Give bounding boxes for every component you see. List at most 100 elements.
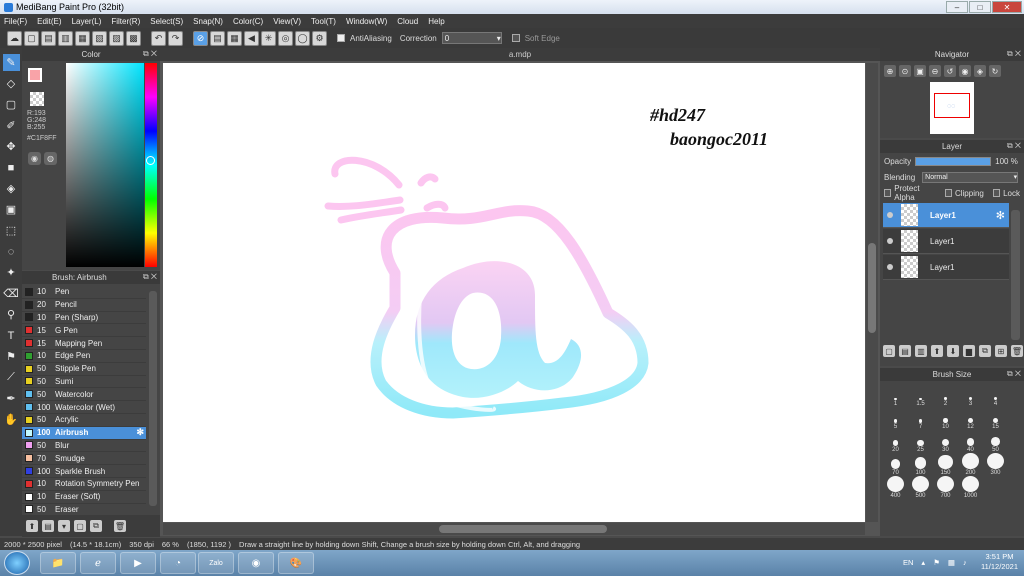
menu-color[interactable]: Color(C) [233,17,263,26]
saturation-value-picker[interactable] [66,63,144,267]
fit-icon[interactable]: ▣ [914,65,926,77]
brush-item[interactable]: 20 Pencil [22,299,146,312]
circle-snap-icon[interactable]: ◎ [278,30,293,46]
tray-arrow-icon[interactable]: ▴ [921,558,925,567]
chrome-icon[interactable]: ◉ [238,552,274,574]
add-brush-icon[interactable]: ⬆ [26,520,38,532]
rotate-right-icon[interactable]: ↻ [989,65,1001,77]
trash-icon[interactable]: 🗑 [1011,345,1023,357]
lock-checkbox[interactable] [992,189,1001,197]
text-tool-icon[interactable]: T [3,327,20,344]
canvas-vertical-scrollbar[interactable] [866,63,878,522]
maximize-button[interactable]: □ [969,1,991,13]
brush-size-option[interactable]: 15 [983,407,1008,430]
brush-size-option[interactable]: 2 [933,384,958,407]
visibility-icon[interactable] [887,212,893,218]
brush-size-option[interactable]: 40 [958,430,983,453]
soft-edge-checkbox[interactable] [511,34,520,42]
language-indicator[interactable]: EN [903,558,913,567]
duplicate-layer-icon[interactable]: ⧉ [979,345,991,357]
brush-item[interactable]: 50 Acrylic [22,414,146,427]
layer-item-selected[interactable]: Layer1 ✻ [883,203,1009,228]
brush-item[interactable]: 10 Eraser (Soft) [22,491,146,504]
brush-tool-icon[interactable]: ✎ [2,54,20,71]
brush-size-option[interactable]: 200 [958,453,983,476]
clipping-checkbox[interactable] [944,189,952,197]
brush-item[interactable]: 50 Watercolor [22,388,146,402]
redo-icon[interactable]: ↷ [168,30,183,46]
brush-size-option[interactable]: 1000 [958,476,983,499]
brush-size-option[interactable]: 500 [908,476,933,499]
flip-icon[interactable]: ◈ [974,65,986,77]
divide-tool-icon[interactable]: ⚲ [3,306,20,323]
brush-item[interactable]: 10 Pen [22,286,146,299]
media-player-icon[interactable]: ▶ [120,552,156,574]
new-8bit-layer-icon[interactable]: ▥ [915,345,927,357]
brush-item[interactable]: 15 G Pen [22,324,146,338]
shape-tool-icon[interactable]: ■ [3,159,20,176]
blending-select[interactable]: Normal ▾ [922,171,1019,183]
gradient-tool-icon[interactable]: ▣ [3,201,20,218]
menu-filter[interactable]: Filter(R) [111,17,140,26]
brush-size-option[interactable]: 700 [933,476,958,499]
medibang-icon[interactable]: 🎨 [278,552,314,574]
panel-close-icon[interactable]: ⧉ ✕ [1007,141,1021,151]
menu-edit[interactable]: Edit(E) [37,17,61,26]
export-icon[interactable]: ▦ [75,30,90,46]
brush-size-option[interactable]: 1.5 [908,384,933,407]
zoom-in-icon[interactable]: ⊕ [884,65,896,77]
brush-size-option[interactable]: 7 [908,407,933,430]
pen-tool-icon[interactable]: ✒ [3,390,20,407]
new-halftone-layer-icon[interactable]: ▤ [899,345,911,357]
merge-layer-icon[interactable]: ⊞ [995,345,1007,357]
drawing-canvas[interactable]: #hd247 baongoc2011 [163,63,865,522]
snap-settings-icon[interactable]: ⚙ [312,30,327,46]
brush-size-option[interactable]: 70 [883,453,908,476]
brush-size-option[interactable]: 30 [933,430,958,453]
menu-cloud[interactable]: Cloud [397,17,418,26]
vanishing-snap-icon[interactable]: ◀ [244,30,259,46]
horizontal-scroll-thumb[interactable] [439,525,607,533]
network-icon[interactable]: ▦ [948,558,955,567]
brush-size-option[interactable]: 100 [908,453,933,476]
layer-item[interactable]: Layer1 [883,229,1009,254]
color-history-icon[interactable]: ◍ [44,152,57,165]
select-eraser-icon[interactable]: ⌫ [3,285,20,302]
opacity-slider[interactable] [915,156,992,166]
internet-explorer-icon[interactable]: ℯ [80,552,116,574]
folder-icon[interactable]: ▆ [963,345,975,357]
zoom-out-icon[interactable]: ⊖ [929,65,941,77]
vertical-scroll-thumb[interactable] [868,243,876,333]
import-brush-icon[interactable]: ▤ [42,520,54,532]
save-icon[interactable]: ▥ [58,30,73,46]
rotate-reset-icon[interactable]: ◉ [959,65,971,77]
brush-size-option[interactable]: 1 [883,384,908,407]
coccoc-browser-icon[interactable]: ◔ [160,552,196,574]
hue-slider-handle[interactable] [146,156,155,165]
menu-view[interactable]: View(V) [273,17,301,26]
layer-list-scrollbar[interactable] [1011,210,1020,340]
select-pen-icon[interactable]: ✐ [3,117,20,134]
menu-window[interactable]: Window(W) [346,17,387,26]
parallel-snap-icon[interactable]: ▤ [210,30,225,46]
brush-item[interactable]: 100 Watercolor (Wet) [22,401,146,414]
brush-item[interactable]: 10 Rotation Symmetry Pen [22,478,146,491]
radial-snap-icon[interactable]: ✳ [261,30,276,46]
volume-icon[interactable]: ♪ [963,558,967,567]
protect-alpha-checkbox[interactable] [884,189,892,197]
brush-item[interactable]: 10 Pen (Sharp) [22,312,146,325]
menu-help[interactable]: Help [428,17,444,26]
dot-tool-icon[interactable]: ▢ [3,96,20,113]
cloud-icon[interactable]: ☁ [7,30,22,46]
visibility-icon[interactable] [887,264,893,270]
brush-item[interactable]: 70 Smudge [22,452,146,466]
flag-icon[interactable]: ⚑ [933,558,940,567]
close-button[interactable]: ✕ [992,1,1022,13]
correction-select[interactable]: 0 ▾ [441,32,502,44]
panel-close-icon[interactable]: ⧉ ✕ [1007,49,1021,59]
brush-item[interactable]: 100 Sparkle Brush [22,465,146,478]
gear-icon[interactable]: ✻ [136,427,144,438]
gear-icon[interactable]: ✻ [996,209,1005,222]
brush-size-option[interactable]: 20 [883,430,908,453]
brush-size-option[interactable]: 25 [908,430,933,453]
